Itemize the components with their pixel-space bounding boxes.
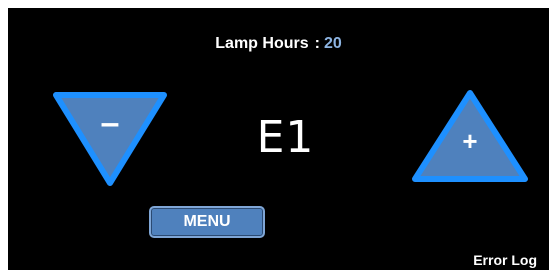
display-screen: Lamp Hours:20 – E1 + MENU Error Log <box>8 8 549 270</box>
menu-button[interactable]: MENU <box>149 206 265 238</box>
lamp-hours-separator: : <box>314 35 320 52</box>
error-log-link[interactable]: Error Log <box>473 252 537 268</box>
decrement-button[interactable]: – <box>51 90 169 188</box>
decrement-label: – <box>100 104 120 142</box>
lamp-hours-label: Lamp Hours <box>215 35 309 52</box>
lamp-hours-readout: Lamp Hours:20 <box>8 35 549 53</box>
increment-label: + <box>462 126 478 156</box>
lamp-hours-value: 20 <box>323 35 342 52</box>
code-display: E1 <box>256 112 315 163</box>
increment-button[interactable]: + <box>410 88 530 184</box>
